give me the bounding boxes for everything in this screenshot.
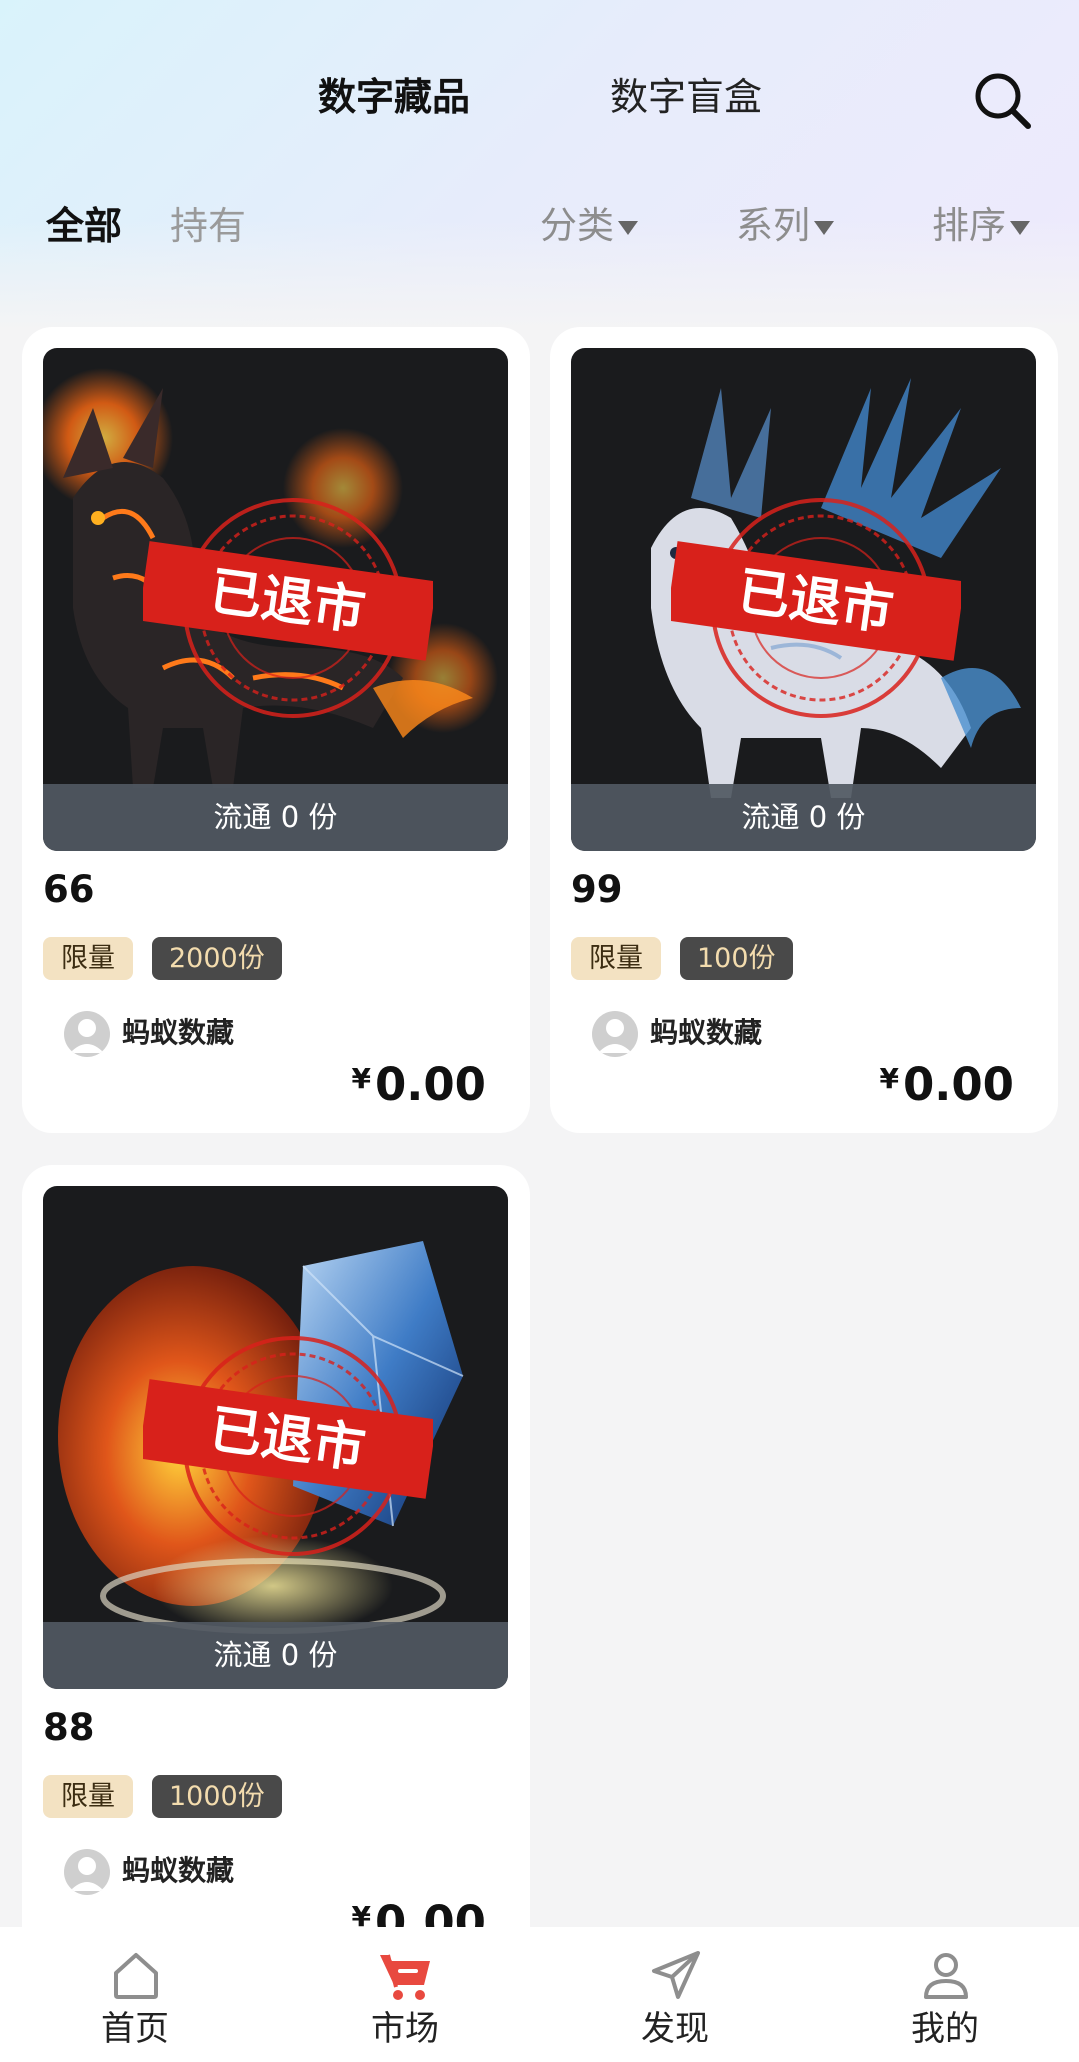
price: ¥0.00: [879, 1058, 1014, 1111]
edition-count-badge: 2000份: [152, 937, 282, 980]
limited-badge: 限量: [43, 1775, 133, 1818]
tab-digital-blind-box[interactable]: 数字盲盒: [610, 72, 762, 122]
user-icon: [924, 1953, 968, 1999]
nav-item-profile[interactable]: 我的: [810, 1927, 1079, 2062]
delisted-stamp: 已退市: [143, 1336, 433, 1556]
nav-item-discover[interactable]: 发现: [540, 1927, 810, 2062]
filter-bar: 全部 持有 分类 系列 排序: [0, 195, 1079, 255]
circulation-label: 流通 0 份: [571, 784, 1036, 851]
currency-symbol: ¥: [351, 1062, 371, 1095]
currency-symbol: ¥: [879, 1062, 899, 1095]
filter-tab-all[interactable]: 全部: [46, 201, 122, 251]
filter-tab-owned[interactable]: 持有: [170, 201, 246, 251]
avatar: [64, 1011, 110, 1057]
delisted-stamp: 已退市: [671, 498, 961, 718]
header: 数字藏品 数字盲盒: [0, 0, 1079, 180]
nav-label: 首页: [101, 2009, 169, 2049]
user-placeholder-icon: [70, 1019, 104, 1053]
collectible-card[interactable]: 已退市 流通 0 份 99 限量 100份 蚂蚁数藏 ¥0.00: [550, 327, 1058, 1133]
nav-label: 市场: [371, 2009, 439, 2049]
collectible-card[interactable]: 已退市 流通 0 份 66 限量 2000份 蚂蚁数藏 ¥0.00: [22, 327, 530, 1133]
user-placeholder-icon: [598, 1019, 632, 1053]
nav-label: 我的: [911, 2009, 979, 2049]
caret-down-icon: [618, 220, 638, 235]
nav-label: 发现: [641, 2009, 709, 2049]
caret-down-icon: [814, 220, 834, 235]
series-dropdown[interactable]: 系列: [736, 201, 834, 251]
send-icon: [652, 1951, 700, 1999]
price-amount: 0.00: [374, 1058, 486, 1111]
avatar: [64, 1849, 110, 1895]
bottom-nav: 首页 市场 发现 我的: [0, 1927, 1079, 2062]
edition-count-badge: 100份: [680, 937, 793, 980]
edition-count-badge: 1000份: [152, 1775, 282, 1818]
sort-dropdown[interactable]: 排序: [932, 201, 1030, 251]
creator-name: 蚂蚁数藏: [650, 1016, 763, 1049]
creator-name: 蚂蚁数藏: [122, 1016, 235, 1049]
collectible-image: 已退市 流通 0 份: [571, 348, 1036, 851]
search-icon[interactable]: [972, 70, 1034, 132]
caret-down-icon: [1010, 220, 1030, 235]
sort-label: 排序: [932, 204, 1006, 247]
category-dropdown[interactable]: 分类: [540, 201, 638, 251]
delisted-stamp: 已退市: [143, 498, 433, 718]
cart-icon: [380, 1954, 430, 2000]
home-icon: [114, 1953, 158, 1999]
circulation-label: 流通 0 份: [43, 784, 508, 851]
category-label: 分类: [540, 204, 614, 247]
collectible-name: 66: [43, 868, 95, 911]
series-label: 系列: [736, 204, 810, 247]
avatar: [592, 1011, 638, 1057]
price: ¥0.00: [351, 1058, 486, 1111]
limited-badge: 限量: [571, 937, 661, 980]
nav-item-market[interactable]: 市场: [270, 1927, 540, 2062]
price-amount: 0.00: [902, 1058, 1014, 1111]
creator-name: 蚂蚁数藏: [122, 1854, 235, 1887]
nav-item-home[interactable]: 首页: [0, 1927, 270, 2062]
user-placeholder-icon: [70, 1857, 104, 1891]
collectible-image: 已退市 流通 0 份: [43, 348, 508, 851]
circulation-label: 流通 0 份: [43, 1622, 508, 1689]
collectible-name: 88: [43, 1706, 95, 1749]
collectible-image: 已退市 流通 0 份: [43, 1186, 508, 1689]
tab-digital-collectibles[interactable]: 数字藏品: [318, 72, 470, 122]
collectible-name: 99: [571, 868, 623, 911]
collectible-card[interactable]: 已退市 流通 0 份 88 限量 1000份 蚂蚁数藏 ¥0.00: [22, 1165, 530, 1971]
limited-badge: 限量: [43, 937, 133, 980]
